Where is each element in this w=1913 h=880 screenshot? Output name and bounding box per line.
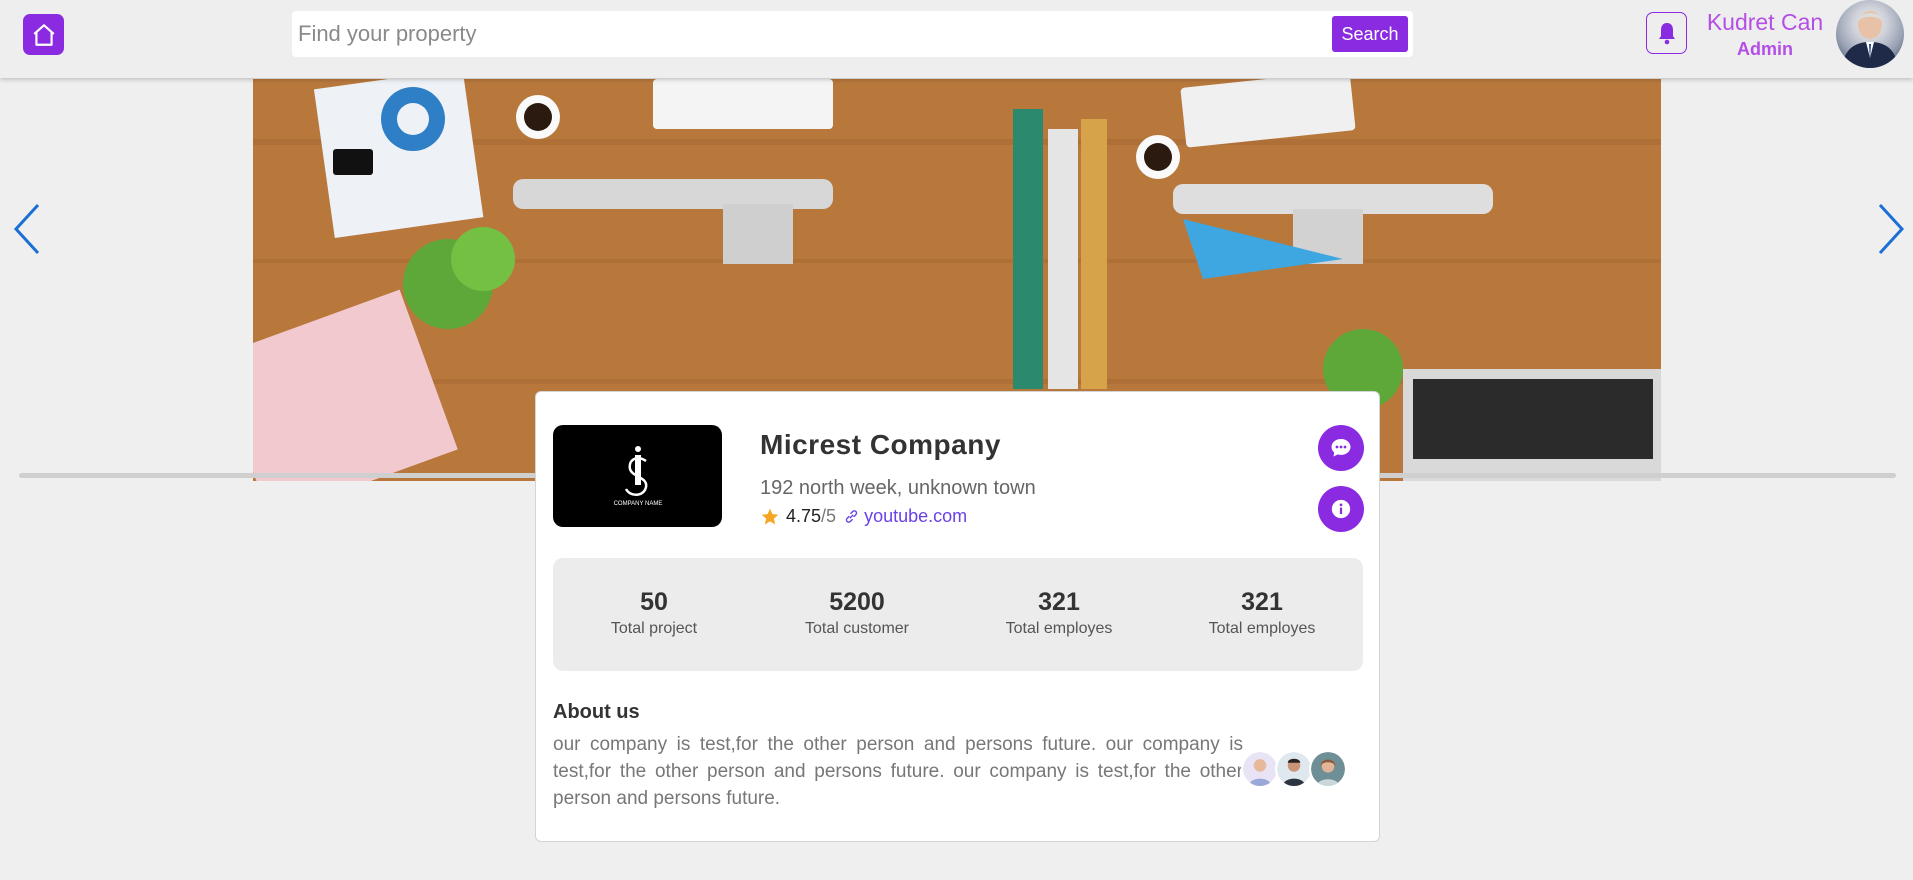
stat-item: 5200 Total customer xyxy=(762,588,952,638)
stat-item: 321 Total employes xyxy=(1167,588,1357,638)
company-logo-mark: COMPANY NAME xyxy=(613,446,662,507)
company-card: COMPANY NAME Micrest Company 192 north w… xyxy=(535,391,1380,842)
info-icon xyxy=(1331,499,1351,519)
search-input[interactable] xyxy=(292,11,1332,57)
rating-max: /5 xyxy=(821,506,837,526)
stat-label: Total employes xyxy=(1005,620,1113,637)
stat-value: 321 xyxy=(1038,588,1080,616)
chat-icon xyxy=(1331,439,1351,457)
slider-prev-button[interactable] xyxy=(8,200,48,260)
user-role: Admin xyxy=(1737,39,1793,59)
star-icon xyxy=(761,508,779,524)
stat-item: 321 Total employes xyxy=(964,588,1154,638)
stat-value: 321 xyxy=(1241,588,1283,616)
stat-value: 5200 xyxy=(829,588,885,616)
notifications-button[interactable] xyxy=(1646,12,1687,54)
slider-next-button[interactable] xyxy=(1870,200,1910,260)
about-title: About us xyxy=(553,701,640,723)
company-name: Micrest Company xyxy=(760,429,1001,460)
search-button[interactable]: Search xyxy=(1332,16,1408,52)
company-meta: 4.75 /5 youtube.com xyxy=(760,506,967,527)
logo-text: COMPANY NAME xyxy=(613,501,662,507)
team-avatar xyxy=(1275,750,1313,788)
company-logo: COMPANY NAME xyxy=(553,425,722,527)
team-avatar xyxy=(1241,750,1279,788)
website-link[interactable]: youtube.com xyxy=(864,506,967,527)
stat-label: Total project xyxy=(610,620,698,637)
stats-panel: 50 Total project 5200 Total customer 321… xyxy=(553,558,1363,671)
team-avatar xyxy=(1309,750,1347,788)
avatar-portrait xyxy=(1842,11,1898,68)
search-bar: Search xyxy=(292,11,1413,57)
chevron-left-icon xyxy=(13,203,40,255)
bell-icon xyxy=(1658,23,1675,45)
home-icon xyxy=(33,23,54,46)
home-button[interactable] xyxy=(23,14,64,55)
link-icon xyxy=(845,510,858,523)
chat-button[interactable] xyxy=(1318,425,1364,471)
about-text: our company is test,for the other person… xyxy=(553,734,1243,809)
stat-item: 50 Total project xyxy=(559,588,749,638)
top-navbar: Search Kudret Can Admin xyxy=(0,0,1913,78)
user-avatar[interactable] xyxy=(1836,0,1904,68)
stat-label: Total employes xyxy=(1208,620,1316,637)
info-button[interactable] xyxy=(1318,486,1364,532)
stat-label: Total customer xyxy=(804,620,910,637)
rating-value: 4.75 xyxy=(786,506,822,526)
team-avatars[interactable] xyxy=(1241,750,1361,790)
user-name: Kudret Can xyxy=(1706,9,1824,35)
company-address: 192 north week, unknown town xyxy=(760,477,1036,499)
chevron-right-icon xyxy=(1878,203,1905,255)
stat-value: 50 xyxy=(640,588,668,616)
